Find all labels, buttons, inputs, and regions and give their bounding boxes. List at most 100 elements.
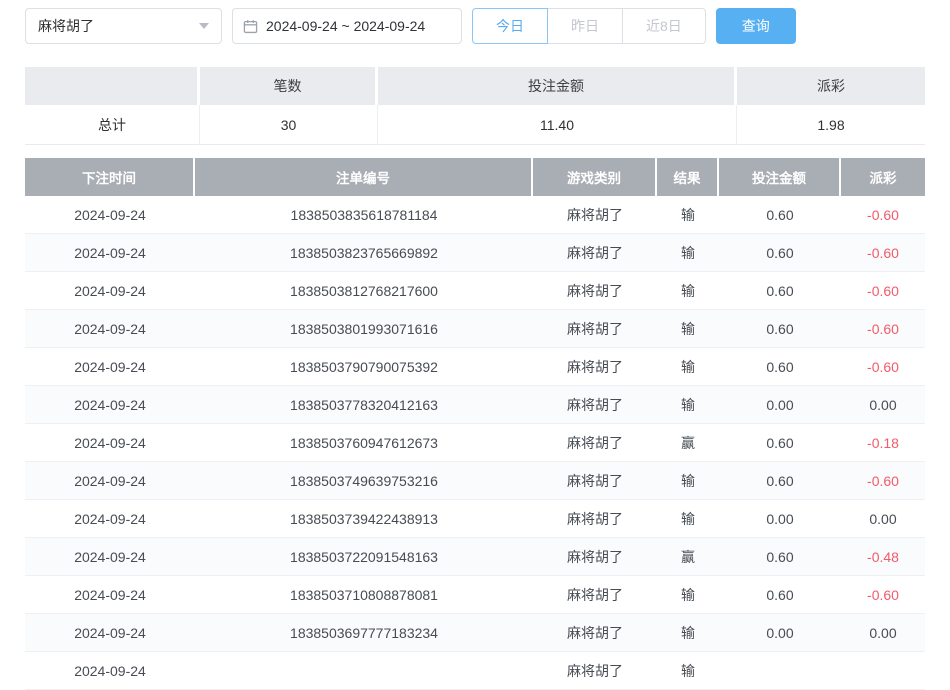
bet-time: 2024-09-24 <box>25 234 195 272</box>
order-id: 1838503739422438913 <box>195 500 533 538</box>
result: 输 <box>657 348 719 386</box>
table-row: 2024-09-241838503790790075392麻将胡了输0.60-0… <box>25 348 925 386</box>
order-id: 1838503778320412163 <box>195 386 533 424</box>
order-id: 1838503835618781184 <box>195 196 533 234</box>
result: 赢 <box>657 538 719 576</box>
result: 输 <box>657 500 719 538</box>
game-type: 麻将胡了 <box>533 196 657 234</box>
summary-header-empty <box>25 67 200 105</box>
summary-table: 笔数 投注金额 派彩 总计 30 11.40 1.98 <box>25 67 925 145</box>
bet-amount: 0.60 <box>719 462 841 500</box>
payout <box>841 652 925 690</box>
table-row: 2024-09-241838503697777183234麻将胡了输0.000.… <box>25 614 925 652</box>
bet-time: 2024-09-24 <box>25 500 195 538</box>
result: 输 <box>657 272 719 310</box>
filter-toolbar: 麻将胡了 2024-09-24 ~ 2024-09-24 今日昨日近8日 查询 <box>25 8 925 44</box>
bet-time: 2024-09-24 <box>25 614 195 652</box>
result: 输 <box>657 310 719 348</box>
bet-amount: 0.00 <box>719 386 841 424</box>
col-header-result: 结果 <box>657 158 719 196</box>
bet-time: 2024-09-24 <box>25 386 195 424</box>
bet-time: 2024-09-24 <box>25 348 195 386</box>
table-row: 2024-09-241838503801993071616麻将胡了输0.60-0… <box>25 310 925 348</box>
bet-time: 2024-09-24 <box>25 424 195 462</box>
col-header-order-id: 注单编号 <box>195 158 533 196</box>
game-select[interactable]: 麻将胡了 <box>25 8 222 44</box>
bet-amount: 0.00 <box>719 500 841 538</box>
bet-time: 2024-09-24 <box>25 538 195 576</box>
result: 输 <box>657 234 719 272</box>
bet-amount: 0.60 <box>719 234 841 272</box>
search-button[interactable]: 查询 <box>716 8 796 44</box>
payout: -0.18 <box>841 424 925 462</box>
bet-amount: 0.60 <box>719 424 841 462</box>
table-row: 2024-09-24 麻将胡了输 <box>25 652 925 690</box>
bet-time: 2024-09-24 <box>25 576 195 614</box>
payout: 0.00 <box>841 500 925 538</box>
game-type: 麻将胡了 <box>533 348 657 386</box>
col-header-payout: 派彩 <box>841 158 925 196</box>
game-type: 麻将胡了 <box>533 652 657 690</box>
quick-filter-yesterday[interactable]: 昨日 <box>547 8 623 44</box>
quick-filter-group: 今日昨日近8日 <box>472 8 706 44</box>
result: 输 <box>657 652 719 690</box>
game-type: 麻将胡了 <box>533 538 657 576</box>
game-type: 麻将胡了 <box>533 234 657 272</box>
order-id: 1838503722091548163 <box>195 538 533 576</box>
bet-amount: 0.60 <box>719 196 841 234</box>
order-id: 1838503710808878081 <box>195 576 533 614</box>
payout: -0.60 <box>841 576 925 614</box>
quick-filter-today[interactable]: 今日 <box>472 8 548 44</box>
summary-header-payout: 派彩 <box>737 67 925 105</box>
bet-amount: 0.60 <box>719 538 841 576</box>
bet-amount <box>719 652 841 690</box>
bet-amount: 0.60 <box>719 310 841 348</box>
bet-time: 2024-09-24 <box>25 652 195 690</box>
result: 输 <box>657 576 719 614</box>
table-row: 2024-09-241838503710808878081麻将胡了输0.60-0… <box>25 576 925 614</box>
page: 麻将胡了 2024-09-24 ~ 2024-09-24 今日昨日近8日 查询 … <box>0 0 950 690</box>
order-id: 1838503790790075392 <box>195 348 533 386</box>
result: 输 <box>657 614 719 652</box>
result: 输 <box>657 462 719 500</box>
order-id: 1838503823765669892 <box>195 234 533 272</box>
bet-amount: 0.60 <box>719 576 841 614</box>
result: 输 <box>657 196 719 234</box>
bet-amount: 0.00 <box>719 614 841 652</box>
game-type: 麻将胡了 <box>533 272 657 310</box>
bet-amount: 0.60 <box>719 272 841 310</box>
table-row: 2024-09-241838503739422438913麻将胡了输0.000.… <box>25 500 925 538</box>
order-id: 1838503697777183234 <box>195 614 533 652</box>
col-header-game-type: 游戏类别 <box>533 158 657 196</box>
summary-total-count: 30 <box>200 105 378 145</box>
order-id: 1838503812768217600 <box>195 272 533 310</box>
table-row: 2024-09-241838503823765669892麻将胡了输0.60-0… <box>25 234 925 272</box>
bet-time: 2024-09-24 <box>25 462 195 500</box>
game-type: 麻将胡了 <box>533 462 657 500</box>
payout: -0.60 <box>841 310 925 348</box>
date-range-input[interactable]: 2024-09-24 ~ 2024-09-24 <box>232 8 462 44</box>
payout: -0.60 <box>841 348 925 386</box>
quick-filter-last8days[interactable]: 近8日 <box>622 8 706 44</box>
payout: 0.00 <box>841 614 925 652</box>
summary-total-payout: 1.98 <box>737 105 925 145</box>
game-type: 麻将胡了 <box>533 576 657 614</box>
bet-table: 下注时间 注单编号 游戏类别 结果 投注金额 派彩 2024-09-241838… <box>25 158 925 690</box>
order-id: 1838503749639753216 <box>195 462 533 500</box>
summary-total-label: 总计 <box>25 105 200 145</box>
game-type: 麻将胡了 <box>533 500 657 538</box>
payout: -0.48 <box>841 538 925 576</box>
table-row: 2024-09-241838503760947612673麻将胡了赢0.60-0… <box>25 424 925 462</box>
bet-amount: 0.60 <box>719 348 841 386</box>
table-row: 2024-09-241838503835618781184麻将胡了输0.60-0… <box>25 196 925 234</box>
table-row: 2024-09-241838503812768217600麻将胡了输0.60-0… <box>25 272 925 310</box>
order-id <box>195 652 533 690</box>
summary-header-count: 笔数 <box>200 67 378 105</box>
summary-total-bet-amount: 11.40 <box>378 105 737 145</box>
table-row: 2024-09-241838503778320412163麻将胡了输0.000.… <box>25 386 925 424</box>
game-type: 麻将胡了 <box>533 424 657 462</box>
payout: -0.60 <box>841 234 925 272</box>
bet-time: 2024-09-24 <box>25 272 195 310</box>
order-id: 1838503801993071616 <box>195 310 533 348</box>
col-header-bet-amount: 投注金额 <box>719 158 841 196</box>
